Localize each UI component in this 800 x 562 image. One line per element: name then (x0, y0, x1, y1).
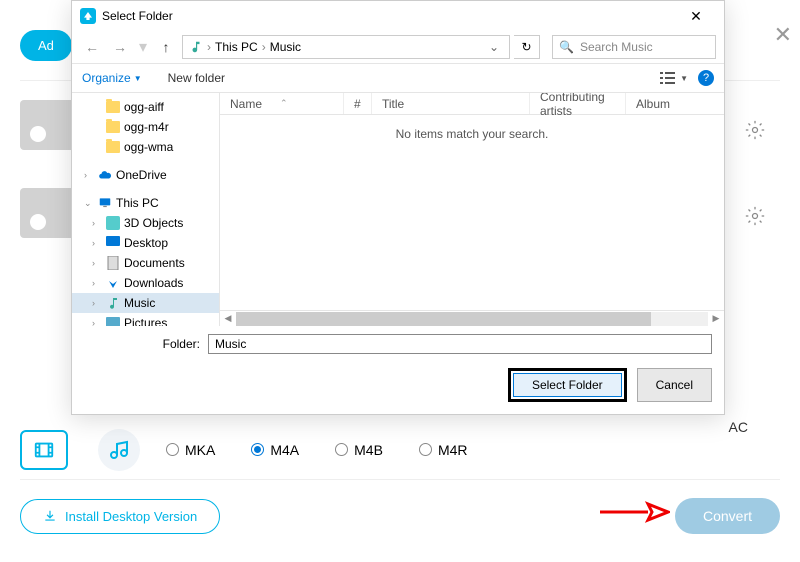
search-input[interactable]: 🔍 Search Music (552, 35, 716, 59)
header-num[interactable]: # (344, 93, 372, 114)
objects-icon (106, 216, 120, 230)
radio-label: M4A (270, 442, 299, 458)
header-name[interactable]: Name⌃ (220, 93, 344, 114)
scroll-thumb[interactable] (236, 312, 651, 326)
close-icon[interactable]: ✕ (774, 22, 792, 48)
separator: ▾ (139, 37, 147, 57)
pictures-icon (106, 316, 120, 326)
radio-m4b[interactable]: M4B (335, 442, 383, 458)
folder-label: Folder: (84, 337, 200, 351)
main-area: ogg-aiff ogg-m4r ogg-wma ›OneDrive ⌄This… (72, 93, 724, 326)
header-album[interactable]: Album (626, 93, 724, 114)
dialog-buttons: Select Folder Cancel (72, 362, 724, 414)
help-icon[interactable]: ? (698, 70, 714, 86)
tree-item[interactable]: ogg-aiff (72, 97, 219, 117)
breadcrumb-segment[interactable]: Music (270, 40, 301, 54)
downloads-icon (106, 276, 120, 290)
tree-item[interactable]: ›Downloads (72, 273, 219, 293)
folder-tree[interactable]: ogg-aiff ogg-m4r ogg-wma ›OneDrive ⌄This… (72, 93, 220, 326)
install-desktop-button[interactable]: Install Desktop Version (20, 499, 220, 534)
radio-label: M4B (354, 442, 383, 458)
format-row: MKA M4A M4B M4R (20, 422, 780, 477)
empty-message: No items match your search. (220, 115, 724, 153)
new-folder-button[interactable]: New folder (168, 71, 225, 85)
folder-name-input[interactable] (208, 334, 712, 354)
radio-m4a[interactable]: M4A (251, 442, 299, 458)
music-icon (189, 40, 203, 54)
chevron-down-icon[interactable]: ⌄ (485, 40, 503, 54)
format-radio-group: MKA M4A M4B M4R (166, 442, 468, 458)
close-icon[interactable]: ✕ (676, 8, 716, 25)
header-contrib[interactable]: Contributing artists (530, 93, 626, 114)
cancel-button[interactable]: Cancel (637, 368, 712, 402)
footer: Install Desktop Version Convert (20, 479, 780, 534)
search-placeholder: Search Music (580, 40, 653, 54)
radio-label: M4R (438, 442, 468, 458)
view-options-button[interactable]: ▼ (660, 71, 688, 85)
tree-item[interactable]: ›Documents (72, 253, 219, 273)
column-headers: Name⌃ # Title Contributing artists Album (220, 93, 724, 115)
select-folder-dialog: Select Folder ✕ ← → ▾ ↑ › This PC › Musi… (71, 0, 725, 415)
select-folder-button[interactable]: Select Folder (513, 373, 622, 397)
scroll-track[interactable] (236, 312, 708, 326)
music-icon (106, 296, 120, 310)
tree-item[interactable]: ›Pictures (72, 313, 219, 326)
radio-label: MKA (185, 442, 215, 458)
scroll-left-icon[interactable]: ◀ (220, 313, 236, 324)
desktop-icon (106, 236, 120, 250)
add-button[interactable]: Ad (20, 30, 72, 61)
folder-input-row: Folder: (72, 326, 724, 362)
tree-item-thispc[interactable]: ⌄This PC (72, 193, 219, 213)
video-format-icon[interactable] (20, 430, 68, 470)
horizontal-scrollbar[interactable]: ◀ ▶ (220, 310, 724, 326)
app-icon (80, 8, 96, 24)
download-icon (43, 509, 57, 523)
cloud-icon (98, 168, 112, 182)
back-button[interactable]: ← (80, 35, 104, 59)
folder-icon (106, 121, 120, 133)
title-bar: Select Folder ✕ (72, 1, 724, 31)
up-button[interactable]: ↑ (154, 35, 178, 59)
file-list: Name⌃ # Title Contributing artists Album… (220, 93, 724, 326)
dialog-title: Select Folder (102, 9, 676, 23)
toolbar: Organize▼ New folder ▼ ? (72, 63, 724, 93)
folder-icon (106, 101, 120, 113)
radio-mka[interactable]: MKA (166, 442, 215, 458)
gear-icon[interactable] (745, 120, 765, 145)
gear-icon[interactable] (745, 206, 765, 231)
nav-row: ← → ▾ ↑ › This PC › Music ⌄ ↻ 🔍 Search M… (72, 31, 724, 63)
forward-button[interactable]: → (108, 35, 132, 59)
pc-icon (98, 196, 112, 210)
tree-item[interactable]: ›3D Objects (72, 213, 219, 233)
annotation-highlight: Select Folder (508, 368, 627, 402)
breadcrumb[interactable]: › This PC › Music ⌄ (182, 35, 510, 59)
scroll-right-icon[interactable]: ▶ (708, 313, 724, 324)
convert-button[interactable]: Convert (675, 498, 780, 534)
tree-item[interactable]: ogg-m4r (72, 117, 219, 137)
audio-format-icon[interactable] (98, 429, 140, 471)
tree-item-music[interactable]: ›Music (72, 293, 219, 313)
radio-m4r[interactable]: M4R (419, 442, 468, 458)
refresh-button[interactable]: ↻ (514, 35, 540, 59)
header-title[interactable]: Title (372, 93, 530, 114)
documents-icon (106, 256, 120, 270)
search-icon: 🔍 (559, 40, 574, 54)
folder-icon (106, 141, 120, 153)
breadcrumb-segment[interactable]: This PC (215, 40, 258, 54)
tree-item[interactable]: ogg-wma (72, 137, 219, 157)
organize-menu[interactable]: Organize▼ (82, 71, 142, 85)
tree-item-onedrive[interactable]: ›OneDrive (72, 165, 219, 185)
format-label-partial: AC (729, 419, 748, 435)
tree-item[interactable]: ›Desktop (72, 233, 219, 253)
install-label: Install Desktop Version (65, 509, 197, 524)
